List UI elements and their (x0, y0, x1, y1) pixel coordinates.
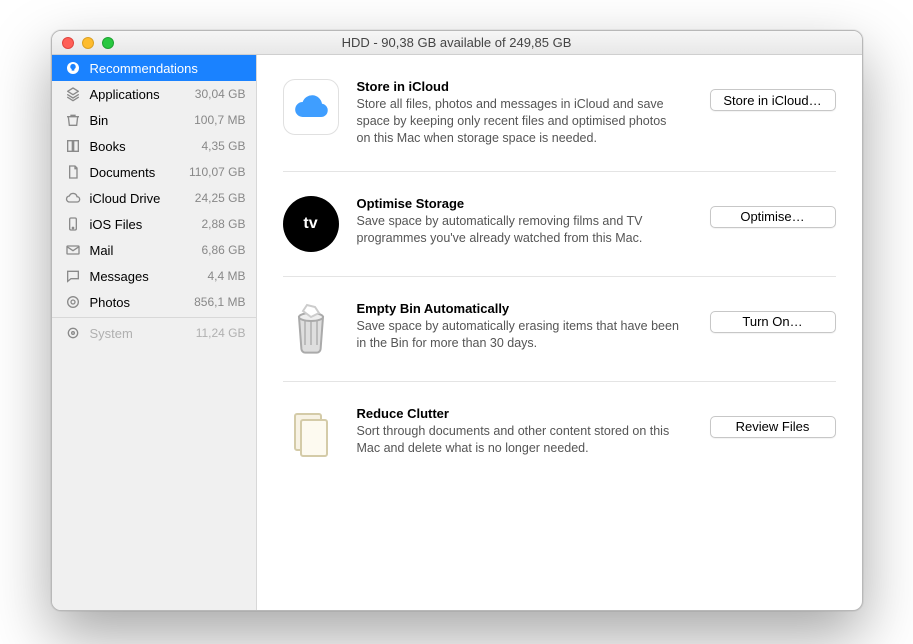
recommendation-title: Reduce Clutter (357, 406, 680, 421)
recommendations-panel: Store in iCloud Store all files, photos a… (257, 55, 862, 610)
sidebar-item-label: Books (90, 139, 194, 154)
bin-button[interactable]: Turn On… (710, 311, 836, 333)
sidebar-divider (52, 317, 256, 318)
sidebar-item-size: 4,35 GB (201, 139, 245, 153)
chat-icon (64, 267, 82, 285)
phone-icon (64, 215, 82, 233)
titlebar[interactable]: HDD - 90,38 GB available of 249,85 GB (52, 31, 862, 55)
sidebar-item-size: 24,25 GB (195, 191, 246, 205)
recommendation-description: Save space by automatically erasing item… (357, 318, 680, 352)
recommendation-text: Store in iCloud Store all files, photos a… (357, 79, 692, 147)
documents-icon (283, 406, 339, 462)
doc-icon (64, 163, 82, 181)
book-icon (64, 137, 82, 155)
sidebar-item-photos[interactable]: Photos 856,1 MB (52, 289, 256, 315)
recommendation-action: Optimise… (710, 196, 836, 252)
cloud-icon (64, 189, 82, 207)
recommendation-action: Store in iCloud… (710, 79, 836, 147)
icloud-icon (283, 79, 339, 135)
sidebar-item-size: 856,1 MB (194, 295, 245, 309)
recommendation-bin: Empty Bin Automatically Save space by aut… (283, 277, 836, 382)
sidebar-item-books[interactable]: Books 4,35 GB (52, 133, 256, 159)
recommendation-description: Sort through documents and other content… (357, 423, 680, 457)
sidebar-item-system[interactable]: System 11,24 GB (52, 320, 256, 346)
recommendation-text: Reduce Clutter Sort through documents and… (357, 406, 692, 462)
storage-management-window: HDD - 90,38 GB available of 249,85 GB Re… (51, 30, 863, 611)
sidebar-item-size: 6,86 GB (201, 243, 245, 257)
icloud-button[interactable]: Store in iCloud… (710, 89, 836, 111)
sidebar-item-label: Bin (90, 113, 187, 128)
recommendation-text: Empty Bin Automatically Save space by aut… (357, 301, 692, 357)
recommendation-description: Save space by automatically removing fil… (357, 213, 680, 247)
docs-button[interactable]: Review Files (710, 416, 836, 438)
sidebar-item-applications[interactable]: Applications 30,04 GB (52, 81, 256, 107)
sidebar-item-label: Documents (90, 165, 182, 180)
sidebar-item-size: 4,4 MB (207, 269, 245, 283)
recommendation-title: Optimise Storage (357, 196, 680, 211)
sidebar-item-size: 110,07 GB (189, 165, 245, 179)
minimize-icon[interactable] (82, 37, 94, 49)
zoom-icon[interactable] (102, 37, 114, 49)
sidebar-item-label: iOS Files (90, 217, 194, 232)
recommendation-tv: tv Optimise Storage Save space by automati… (283, 172, 836, 277)
recommendation-title: Store in iCloud (357, 79, 680, 94)
recommendation-description: Store all files, photos and messages in … (357, 96, 680, 147)
sidebar-item-label: iCloud Drive (90, 191, 187, 206)
sidebar-item-label: Photos (90, 295, 187, 310)
sidebar-item-label: Messages (90, 269, 200, 284)
sidebar-item-messages[interactable]: Messages 4,4 MB (52, 263, 256, 289)
sidebar-item-size: 2,88 GB (201, 217, 245, 231)
sidebar-item-size: 11,24 GB (196, 326, 246, 340)
sidebar-item-label: Recommendations (90, 61, 238, 76)
tv-button[interactable]: Optimise… (710, 206, 836, 228)
sidebar-item-size: 30,04 GB (195, 87, 246, 101)
trash-icon (283, 301, 339, 357)
trash-icon (64, 111, 82, 129)
recommendation-action: Turn On… (710, 301, 836, 357)
sidebar-item-recommendations[interactable]: Recommendations (52, 55, 256, 81)
sidebar-item-label: System (90, 326, 188, 341)
apps-icon (64, 85, 82, 103)
sidebar-item-documents[interactable]: Documents 110,07 GB (52, 159, 256, 185)
lightbulb-icon (64, 59, 82, 77)
sidebar-item-mail[interactable]: Mail 6,86 GB (52, 237, 256, 263)
traffic-lights (62, 37, 114, 49)
recommendation-icloud: Store in iCloud Store all files, photos a… (283, 55, 836, 172)
close-icon[interactable] (62, 37, 74, 49)
sidebar: Recommendations Applications 30,04 GB Bin 10… (52, 55, 257, 610)
mail-icon (64, 241, 82, 259)
sidebar-item-label: Mail (90, 243, 194, 258)
sidebar-item-label: Applications (90, 87, 187, 102)
photo-icon (64, 293, 82, 311)
sidebar-item-bin[interactable]: Bin 100,7 MB (52, 107, 256, 133)
recommendation-docs: Reduce Clutter Sort through documents and… (283, 382, 836, 486)
recommendation-text: Optimise Storage Save space by automatica… (357, 196, 692, 252)
recommendation-action: Review Files (710, 406, 836, 462)
appletv-icon: tv (283, 196, 339, 252)
sidebar-item-size: 100,7 MB (194, 113, 245, 127)
recommendation-title: Empty Bin Automatically (357, 301, 680, 316)
sidebar-item-ios-files[interactable]: iOS Files 2,88 GB (52, 211, 256, 237)
gear-icon (64, 324, 82, 342)
sidebar-item-icloud-drive[interactable]: iCloud Drive 24,25 GB (52, 185, 256, 211)
window-title: HDD - 90,38 GB available of 249,85 GB (60, 35, 854, 50)
